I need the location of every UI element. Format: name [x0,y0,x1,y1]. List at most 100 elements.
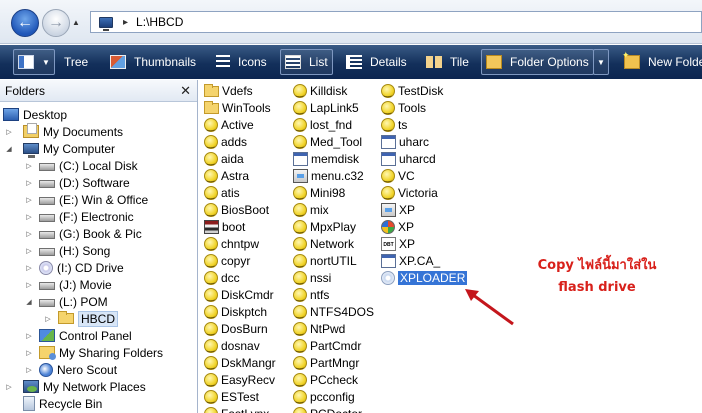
tree-item-recycle-bin[interactable]: Recycle Bin [23,395,102,412]
file-item[interactable]: aida [204,150,276,167]
file-item[interactable]: ESTest [204,388,276,405]
expand-arrow-icon[interactable]: ▷ [25,247,33,255]
list-button[interactable]: List [280,49,333,75]
address-field[interactable]: ▸ L:\HBCD [90,11,702,33]
file-item[interactable]: Med_Tool [293,133,374,150]
expand-arrow-icon[interactable]: ▷ [25,332,33,340]
file-item[interactable]: LapLink5 [293,99,374,116]
tree-item-control-panel[interactable]: ▷ Control Panel [25,327,131,344]
file-item[interactable]: nortUTIL [293,252,374,269]
file-item[interactable]: PartMngr [293,354,374,371]
file-item[interactable]: nssi [293,269,374,286]
icons-button[interactable]: Icons [212,49,271,75]
tree-item-nero-scout[interactable]: ▷ Nero Scout [25,361,117,378]
expand-arrow-icon[interactable]: ▷ [5,128,13,136]
file-item[interactable]: XP.CA_ [381,252,467,269]
tree-item-my-sharing-folders[interactable]: ▷ My Sharing Folders [25,344,163,361]
file-item[interactable]: DskMangr [204,354,276,371]
file-item[interactable]: uharc [381,133,467,150]
tree-item-drive-e[interactable]: ▷ (E:) Win & Office [25,191,148,208]
layout-button[interactable]: ▼ [13,49,55,75]
file-item[interactable]: VC [381,167,467,184]
file-item[interactable]: menu.c32 [293,167,374,184]
history-dropdown-icon[interactable]: ▲ [72,18,80,27]
tree-item-desktop[interactable]: Desktop [3,106,67,123]
file-item[interactable]: PCDoctor [293,405,374,413]
file-item[interactable]: dcc [204,269,276,286]
file-item[interactable]: DosBurn [204,320,276,337]
expand-arrow-icon[interactable]: ▷ [5,383,13,391]
chevron-right-icon[interactable]: ▸ [123,17,128,28]
folder-options-button[interactable]: Folder Options [481,49,594,75]
file-item[interactable]: Victoria [381,184,467,201]
file-item[interactable]: chntpw [204,235,276,252]
file-item[interactable]: Killdisk [293,82,374,99]
file-item[interactable]: EasyRecv [204,371,276,388]
file-item[interactable]: mix [293,201,374,218]
file-item[interactable]: TestDisk [381,82,467,99]
file-item[interactable]: PartCmdr [293,337,374,354]
file-item[interactable]: XP [381,218,467,235]
file-item[interactable]: copyr [204,252,276,269]
expand-arrow-icon[interactable]: ▷ [25,213,33,221]
tree-item-my-computer[interactable]: ◢ My Computer [5,140,115,158]
file-item[interactable]: XP [381,201,467,218]
file-item[interactable]: dosnav [204,337,276,354]
back-button[interactable]: ← [11,9,39,37]
details-button[interactable]: Details [342,49,411,75]
expand-arrow-icon[interactable]: ▷ [25,230,33,238]
expand-arrow-icon[interactable]: ▷ [25,281,33,289]
expand-arrow-icon[interactable]: ▷ [25,366,33,374]
tree-item-drive-l[interactable]: ◢ (L:) POM [25,293,107,310]
file-item[interactable]: atis [204,184,276,201]
file-item[interactable]: ntfs [293,286,374,303]
forward-button[interactable]: → [42,9,70,37]
file-item[interactable]: Astra [204,167,276,184]
expand-arrow-icon[interactable]: ▷ [25,179,33,187]
expand-arrow-icon[interactable]: ▷ [25,349,33,357]
file-item[interactable]: DBT XP [381,235,467,252]
file-item[interactable]: Diskptch [204,303,276,320]
collapse-arrow-icon[interactable]: ◢ [25,298,33,306]
new-folder-button[interactable]: New Folder [620,49,702,75]
tree-item-drive-d[interactable]: ▷ (D:) Software [25,174,129,191]
tree-item-my-documents[interactable]: ▷ My Documents [5,123,123,140]
file-item[interactable]: Vdefs [204,82,276,99]
file-item[interactable]: uharcd [381,150,467,167]
file-item[interactable]: DiskCmdr [204,286,276,303]
file-item[interactable]: FastLynx [204,405,276,413]
expand-arrow-icon[interactable]: ▷ [25,264,33,272]
folder-options-dropdown[interactable]: ▼ [593,49,609,75]
file-item[interactable]: memdisk [293,150,374,167]
file-item[interactable]: Network [293,235,374,252]
file-item[interactable]: MpxPlay [293,218,374,235]
collapse-arrow-icon[interactable]: ◢ [5,145,13,153]
file-item[interactable]: NTFS4DOS [293,303,374,320]
file-item[interactable]: Tools [381,99,467,116]
tree-item-drive-f[interactable]: ▷ (F:) Electronic [25,208,133,225]
file-item[interactable]: adds [204,133,276,150]
tree-item-hbcd[interactable]: ▷ HBCD [44,310,119,327]
expand-arrow-icon[interactable]: ▷ [25,162,33,170]
file-item[interactable]: XPLOADER [381,269,468,286]
file-item[interactable]: pcconfig [293,388,374,405]
file-item[interactable]: Mini98 [293,184,374,201]
file-item[interactable]: NtPwd [293,320,374,337]
file-item[interactable]: WinTools [204,99,276,116]
file-item[interactable]: Active [204,116,276,133]
tree-button[interactable]: Tree [60,49,92,75]
tree-item-drive-h[interactable]: ▷ (H:) Song [25,242,110,259]
thumbnails-button[interactable]: Thumbnails [106,49,200,75]
file-item[interactable]: boot [204,218,276,235]
expand-arrow-icon[interactable]: ▷ [44,315,52,323]
tree-item-drive-c[interactable]: ▷ (C:) Local Disk [25,157,137,174]
close-icon[interactable]: ✕ [180,83,191,99]
expand-arrow-icon[interactable]: ▷ [25,196,33,204]
file-item[interactable]: ts [381,116,467,133]
file-item[interactable]: PCcheck [293,371,374,388]
file-item[interactable]: BiosBoot [204,201,276,218]
tree-item-my-network-places[interactable]: ▷ My Network Places [5,378,145,395]
tree-item-drive-i[interactable]: ▷ (I:) CD Drive [25,259,124,276]
tree-item-drive-j[interactable]: ▷ (J:) Movie [25,276,111,293]
file-item[interactable]: lost_fnd [293,116,374,133]
